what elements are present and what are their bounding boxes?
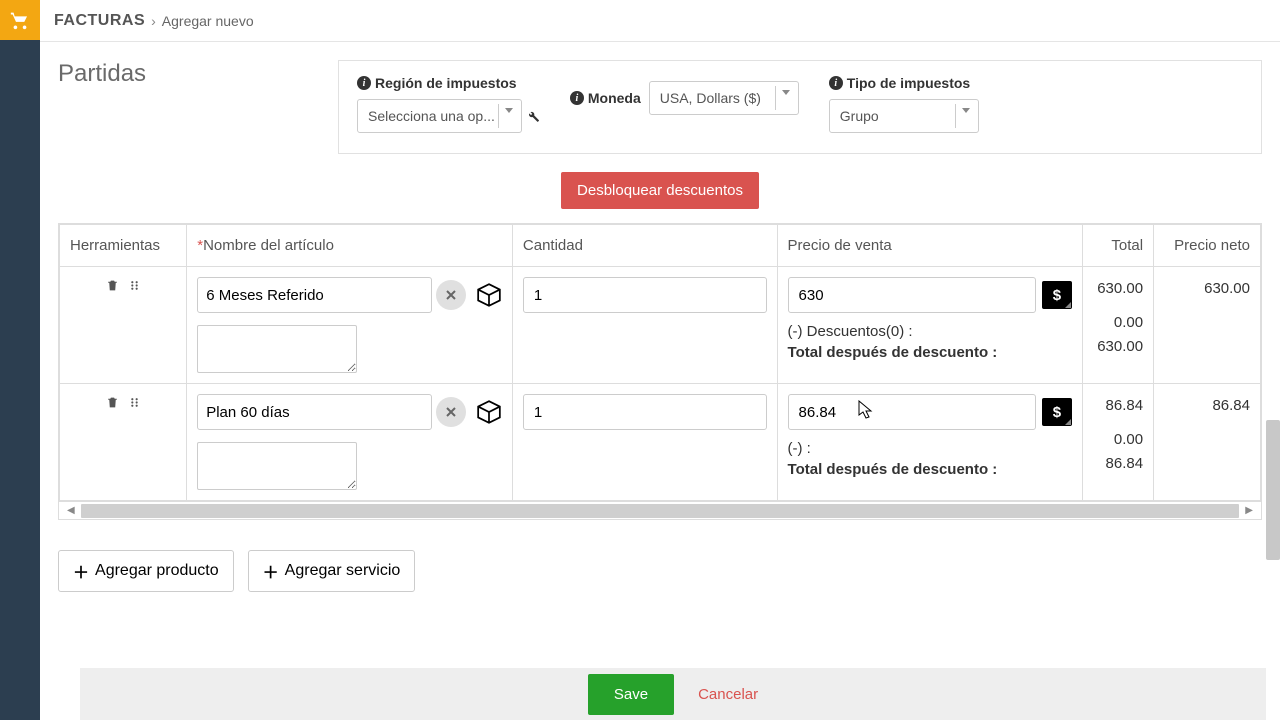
- breadcrumb-current: Agregar nuevo: [162, 13, 254, 29]
- package-icon[interactable]: [476, 399, 502, 425]
- cancel-link[interactable]: Cancelar: [698, 686, 758, 703]
- unlock-discounts-button[interactable]: Desbloquear descuentos: [561, 172, 759, 209]
- after-discount-label: Total después de descuento :: [788, 342, 1072, 363]
- line-items-table: Herramientas *Nombre del artículo Cantid…: [58, 223, 1262, 502]
- price-input[interactable]: [788, 394, 1036, 430]
- quantity-input[interactable]: [523, 277, 767, 313]
- row-discount-amount: 0.00: [1093, 311, 1143, 335]
- add-product-button[interactable]: ＋Agregar producto: [58, 550, 234, 592]
- plus-icon: ＋: [263, 559, 279, 583]
- clear-item-button[interactable]: [436, 397, 466, 427]
- table-row: $ (-) Descuentos(0) : Total después de d…: [60, 267, 1261, 384]
- item-name-input[interactable]: [197, 277, 432, 313]
- after-discount-label: Total después de descuento :: [788, 459, 1072, 480]
- row-net-price: 86.84: [1164, 394, 1250, 418]
- vertical-scrollbar[interactable]: [1266, 420, 1280, 560]
- row-after-amount: 630.00: [1093, 335, 1143, 359]
- discount-label: (-) Descuentos(0) :: [788, 321, 1072, 342]
- discount-label: (-) :: [788, 438, 1072, 459]
- col-header-net: Precio neto: [1154, 225, 1261, 267]
- row-after-amount: 86.84: [1093, 452, 1143, 476]
- col-header-qty: Cantidad: [512, 225, 777, 267]
- tax-type-label: i Tipo de impuestos: [829, 75, 979, 91]
- breadcrumb-root[interactable]: FACTURAS: [54, 12, 145, 30]
- info-icon: i: [829, 76, 843, 90]
- scroll-left-icon[interactable]: ◀: [67, 505, 75, 516]
- nav-rail: [0, 0, 40, 720]
- delete-row-icon[interactable]: [105, 396, 119, 410]
- scroll-right-icon[interactable]: ▶: [1245, 505, 1253, 516]
- add-service-button[interactable]: ＋Agregar servicio: [248, 550, 416, 592]
- filter-panel: i Región de impuestos Selecciona una op.…: [338, 60, 1262, 154]
- col-header-price: Precio de venta: [777, 225, 1082, 267]
- delete-row-icon[interactable]: [105, 279, 119, 293]
- row-total: 86.84: [1093, 394, 1143, 418]
- price-lookup-button[interactable]: $: [1042, 281, 1072, 309]
- scroll-thumb[interactable]: [81, 504, 1240, 518]
- table-row: $ (-) : Total después de descuento : 86.…: [60, 384, 1261, 501]
- breadcrumb: FACTURAS › Agregar nuevo: [40, 0, 1280, 42]
- tax-region-label: i Región de impuestos: [357, 75, 540, 91]
- drag-handle-icon[interactable]: [127, 396, 141, 410]
- info-icon: i: [570, 91, 584, 105]
- tax-region-select[interactable]: Selecciona una op...: [357, 99, 522, 133]
- wrench-icon[interactable]: [526, 109, 540, 123]
- item-name-input[interactable]: [197, 394, 432, 430]
- section-title: Partidas: [58, 60, 318, 154]
- tax-type-select[interactable]: Grupo: [829, 99, 979, 133]
- chevron-right-icon: ›: [151, 13, 156, 29]
- col-header-name: *Nombre del artículo: [187, 225, 513, 267]
- horizontal-scrollbar[interactable]: ◀ ▶: [58, 502, 1262, 520]
- footer-bar: Save Cancelar: [80, 668, 1266, 720]
- chevron-down-icon: [962, 108, 970, 113]
- quantity-input[interactable]: [523, 394, 767, 430]
- item-notes-textarea[interactable]: [197, 325, 357, 373]
- save-button[interactable]: Save: [588, 674, 674, 715]
- currency-label: i Moneda: [570, 90, 641, 106]
- row-net-price: 630.00: [1164, 277, 1250, 301]
- chevron-down-icon: [782, 90, 790, 95]
- row-total: 630.00: [1093, 277, 1143, 301]
- clear-item-button[interactable]: [436, 280, 466, 310]
- drag-handle-icon[interactable]: [127, 279, 141, 293]
- col-header-total: Total: [1082, 225, 1153, 267]
- price-lookup-button[interactable]: $: [1042, 398, 1072, 426]
- price-input[interactable]: [788, 277, 1036, 313]
- info-icon: i: [357, 76, 371, 90]
- row-discount-amount: 0.00: [1093, 428, 1143, 452]
- package-icon[interactable]: [476, 282, 502, 308]
- currency-select[interactable]: USA, Dollars ($): [649, 81, 799, 115]
- plus-icon: ＋: [73, 559, 89, 583]
- app-logo[interactable]: [0, 0, 40, 40]
- col-header-tools: Herramientas: [60, 225, 187, 267]
- item-notes-textarea[interactable]: [197, 442, 357, 490]
- chevron-down-icon: [505, 108, 513, 113]
